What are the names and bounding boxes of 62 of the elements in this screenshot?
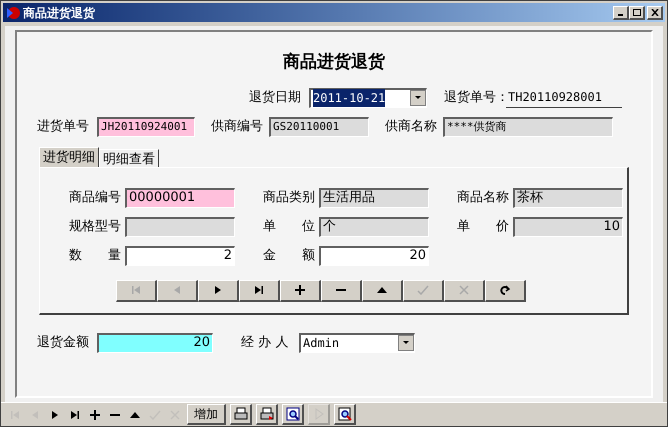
- form-heading: 商品进货退货: [283, 51, 385, 74]
- close-icon: [650, 8, 658, 16]
- app-logo-icon: [5, 6, 21, 20]
- field-label: 单 价: [457, 218, 510, 236]
- maximize-icon: [632, 8, 640, 16]
- detail-field[interactable]: 2: [125, 246, 235, 266]
- detail-field[interactable]: 10: [513, 216, 623, 237]
- tab[interactable]: 明细查看: [99, 148, 159, 167]
- navigator-button[interactable]: [198, 280, 239, 302]
- minus-icon: [110, 414, 120, 416]
- header-field[interactable]: JH20110924001: [97, 116, 195, 137]
- maximize-button[interactable]: [629, 6, 645, 20]
- field-label: 经 办 人: [241, 334, 290, 352]
- field-label: 规格型号: [69, 218, 122, 236]
- minimize-button[interactable]: [613, 6, 629, 20]
- toolbar-button[interactable]: [230, 404, 252, 426]
- date-dropdown[interactable]: 2011-10-21: [309, 88, 427, 108]
- field-label: 进货单号: [37, 118, 90, 136]
- field-label: 供商编号: [211, 118, 264, 136]
- minus-icon: [336, 289, 346, 292]
- toolbar-button[interactable]: [282, 404, 304, 426]
- field-label: 金 额: [263, 246, 316, 265]
- field-label: 商品编号: [69, 188, 122, 207]
- navigator-button[interactable]: [280, 280, 321, 302]
- return-number-field[interactable]: TH20110928001: [506, 88, 622, 108]
- checkmark-icon: [416, 283, 430, 298]
- close-button[interactable]: [647, 6, 663, 20]
- field-label: 退货金额: [37, 334, 90, 352]
- magnifier-icon: [338, 407, 352, 422]
- toolbar-button[interactable]: [334, 404, 356, 426]
- total-field[interactable]: 20: [97, 332, 213, 353]
- field-label: 数 量: [69, 246, 122, 265]
- printer-icon: [234, 407, 248, 422]
- header-field[interactable]: ****供货商: [443, 116, 613, 137]
- refresh-icon: [498, 283, 512, 298]
- navigator-button[interactable]: [239, 280, 280, 302]
- field-label: 商品类别: [263, 188, 316, 207]
- detail-field[interactable]: [125, 216, 235, 237]
- field-label: 单 位: [263, 218, 316, 236]
- add-button[interactable]: 增加: [187, 404, 226, 426]
- printer-icon: [260, 407, 274, 422]
- toolbar-button[interactable]: [256, 404, 278, 426]
- tab[interactable]: 进货明细: [39, 146, 99, 167]
- detail-field[interactable]: 生活用品: [319, 188, 429, 208]
- navigator-button[interactable]: [321, 280, 362, 302]
- detail-field[interactable]: 茶杯: [513, 188, 623, 208]
- detail-field[interactable]: 20: [319, 246, 429, 266]
- navigator-button[interactable]: [362, 280, 403, 302]
- detail-field[interactable]: 00000001: [125, 188, 235, 208]
- cross-icon: [457, 283, 471, 298]
- field-label: 商品名称: [457, 188, 510, 207]
- plus-icon: [88, 408, 102, 422]
- detail-field[interactable]: 个: [319, 216, 429, 237]
- window-title: 商品进货退货: [23, 4, 95, 22]
- handler-dropdown[interactable]: Admin: [299, 332, 415, 353]
- field-label: 退货单号：: [444, 88, 506, 107]
- magnifier-icon: [286, 407, 300, 422]
- field-label: 供商名称: [385, 118, 438, 136]
- navigator-button[interactable]: [485, 280, 526, 302]
- plus-icon: [293, 283, 307, 298]
- header-field[interactable]: GS20110001: [269, 116, 369, 137]
- field-label: 退货日期: [249, 88, 302, 107]
